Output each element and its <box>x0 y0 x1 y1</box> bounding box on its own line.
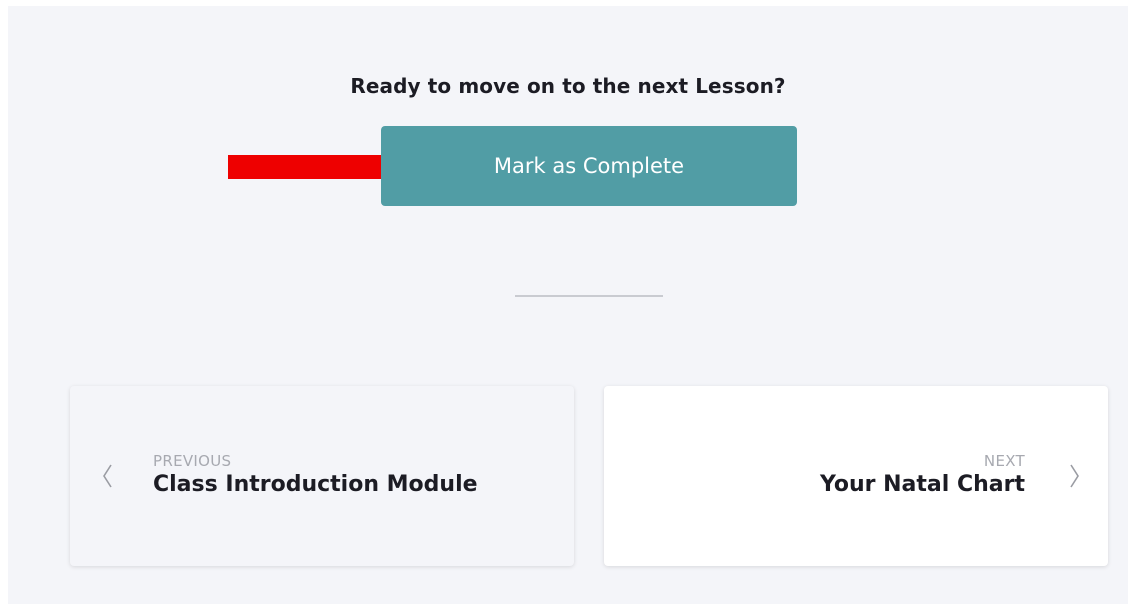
section-divider <box>515 295 663 297</box>
next-lesson-prompt: Ready to move on to the next Lesson? <box>350 74 786 98</box>
previous-lesson-card[interactable]: PREVIOUS Class Introduction Module <box>70 386 574 566</box>
previous-kicker: PREVIOUS <box>153 452 232 470</box>
chevron-right-icon <box>1070 464 1079 488</box>
previous-lesson-text: PREVIOUS Class Introduction Module <box>153 452 478 500</box>
chevron-left-icon <box>103 464 112 488</box>
next-lesson-card[interactable]: NEXT Your Natal Chart <box>604 386 1108 566</box>
mark-as-complete-button[interactable]: Mark as Complete <box>381 126 797 206</box>
next-lesson-title: Your Natal Chart <box>819 472 1025 497</box>
lesson-footer-panel: Ready to move on to the next Lesson? Mar… <box>8 6 1128 604</box>
next-lesson-text: NEXT Your Natal Chart <box>820 452 1025 500</box>
next-kicker: NEXT <box>983 452 1025 470</box>
mark-as-complete-label: Mark as Complete <box>493 154 685 178</box>
previous-lesson-title: Class Introduction Module <box>153 472 478 497</box>
